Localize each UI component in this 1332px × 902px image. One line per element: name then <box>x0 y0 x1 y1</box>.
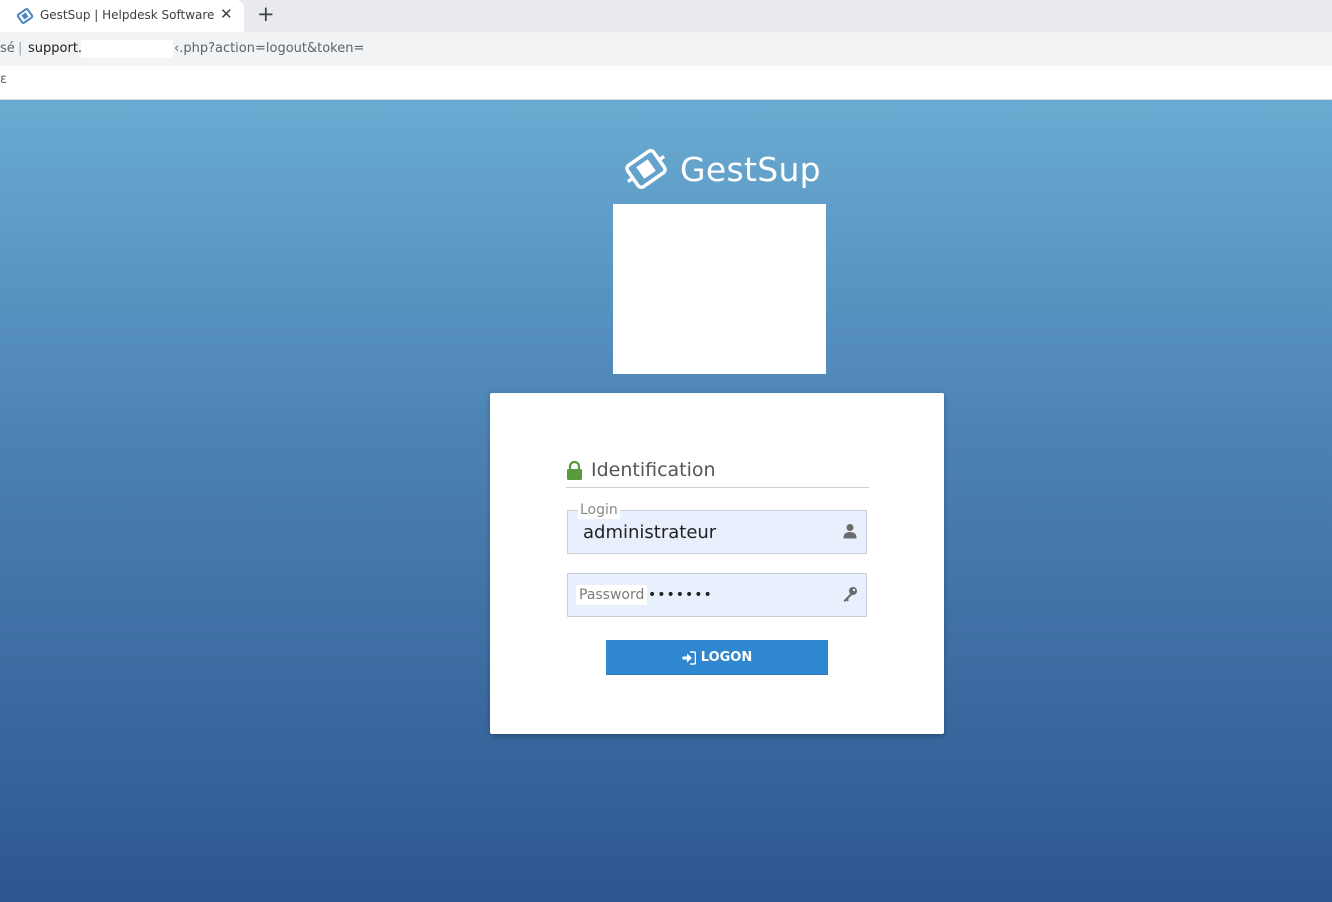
new-tab-button[interactable]: + <box>257 2 275 26</box>
tab-title: GestSup | Helpdesk Software <box>40 8 215 22</box>
gestsup-logo-icon <box>625 148 667 190</box>
url-redaction <box>81 40 173 58</box>
browser-tab-bar: GestSup | Helpdesk Software ✕ + <box>0 0 1332 32</box>
login-card-header: Identification <box>566 459 869 488</box>
login-field[interactable]: Login <box>567 501 867 554</box>
key-icon <box>843 587 857 602</box>
sign-in-icon <box>682 650 696 665</box>
security-indicator[interactable]: sé <box>0 41 15 56</box>
url-host: support. <box>28 41 83 56</box>
bookmarks-bar: ε <box>0 66 1332 100</box>
login-input[interactable] <box>568 511 828 553</box>
tab-close-icon[interactable]: ✕ <box>220 5 233 23</box>
login-card: Identification Login Password <box>490 393 944 734</box>
login-title: Identification <box>591 459 716 481</box>
logon-button-label: LOGON <box>700 650 753 665</box>
address-separator: | <box>18 41 23 56</box>
browser-tab-active[interactable]: GestSup | Helpdesk Software ✕ <box>0 0 244 32</box>
brand-name: GestSup <box>680 149 821 189</box>
user-icon <box>843 524 857 539</box>
brand-header: GestSup <box>622 144 821 194</box>
password-input[interactable] <box>568 574 828 616</box>
address-bar[interactable]: sé | support. ‹.php?action=logout&token= <box>0 32 1332 66</box>
gestsup-favicon-icon <box>16 8 34 24</box>
lock-icon <box>567 461 582 480</box>
bookmark-item[interactable]: ε <box>0 72 7 87</box>
company-logo-image <box>613 204 826 374</box>
login-page: GestSup Identification Login Password <box>0 100 1332 902</box>
password-field[interactable]: Password <box>567 573 867 617</box>
logon-button[interactable]: LOGON <box>606 640 828 675</box>
url-path: ‹.php?action=logout&token= <box>174 41 365 56</box>
